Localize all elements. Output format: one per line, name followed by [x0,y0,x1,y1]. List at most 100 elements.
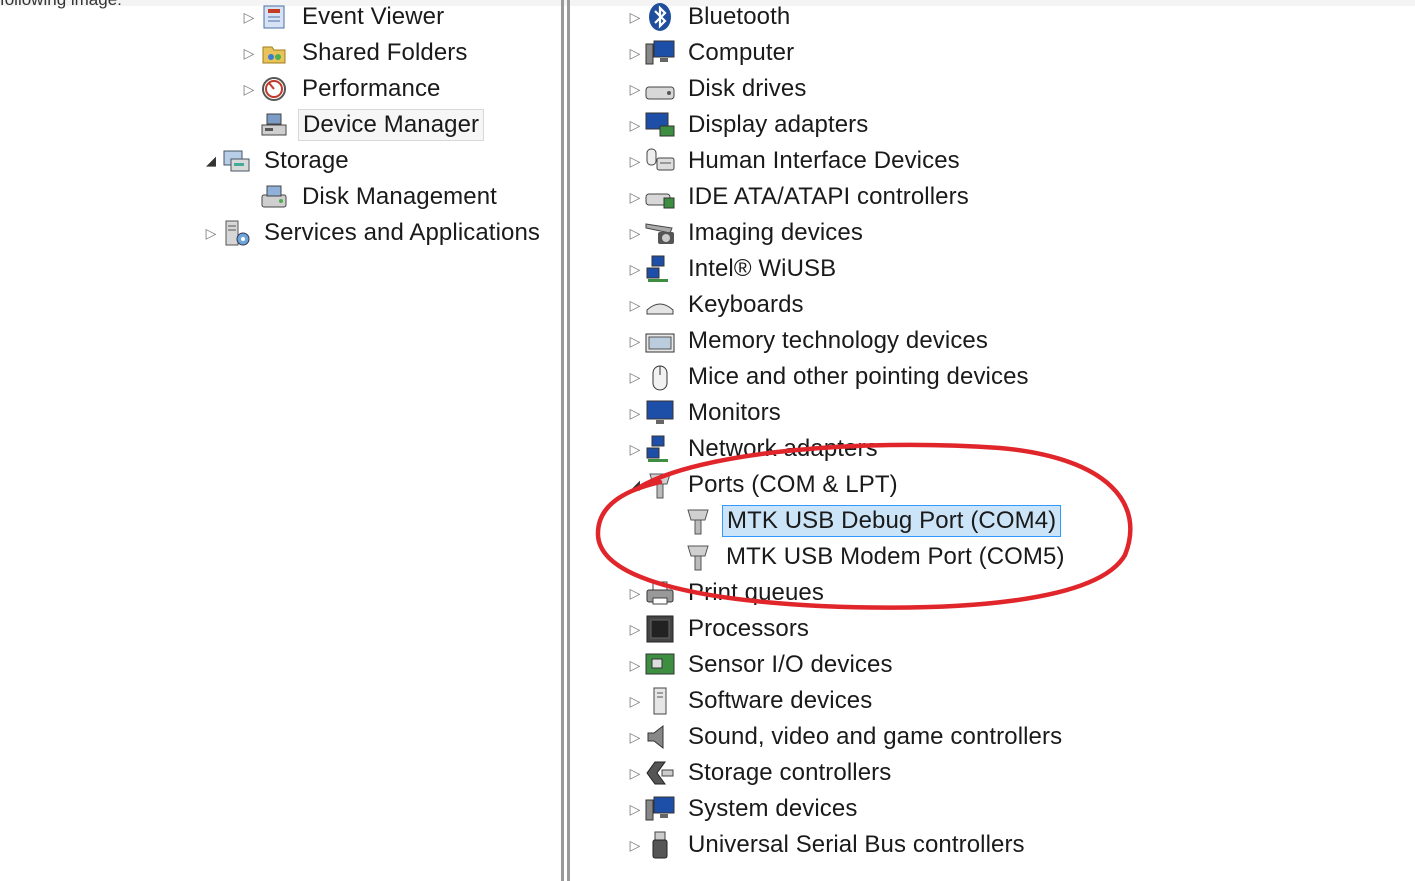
category-label: Ports (COM & LPT) [688,471,898,498]
expand-arrow[interactable]: ▷ [202,216,220,250]
network-icon [644,253,676,285]
display-adapter-icon [644,109,676,141]
expand-arrow[interactable]: ▷ [626,612,644,646]
software-device-icon [644,685,676,717]
network-icon [644,433,676,465]
expand-arrow[interactable]: ▷ [626,828,644,862]
computer-icon [644,37,676,69]
expand-arrow[interactable]: ▷ [626,396,644,430]
tree-item-device-manager[interactable]: Device Manager [240,108,485,142]
category-label: Storage controllers [688,759,892,786]
category-label: System devices [688,795,858,822]
category-label: Human Interface Devices [688,147,960,174]
expand-arrow[interactable]: ▷ [626,684,644,718]
disk-drive-icon [644,73,676,105]
expand-arrow[interactable]: ▷ [240,0,258,34]
expand-arrow[interactable]: ▷ [626,720,644,754]
device-tree: ▷ Bluetooth ▷ Computer ▷ Disk drives ▷ D… [574,0,1415,881]
ide-controller-icon [644,181,676,213]
category-intel-wiusb[interactable]: ▷ Intel® WiUSB [626,252,840,286]
category-bluetooth[interactable]: ▷ Bluetooth [626,0,794,34]
sound-icon [644,721,676,753]
collapse-arrow[interactable]: ◢ [626,468,644,502]
expand-arrow[interactable]: ▷ [626,216,644,250]
category-ports[interactable]: ◢ Ports (COM & LPT) [626,468,902,502]
expand-arrow[interactable]: ▷ [626,180,644,214]
sensor-icon [644,649,676,681]
expand-arrow[interactable]: ▷ [240,36,258,70]
tree-item-performance[interactable]: ▷ Performance [240,72,445,106]
storage-icon [220,145,252,177]
category-label: Bluetooth [688,3,791,30]
category-display-adapters[interactable]: ▷ Display adapters [626,108,872,142]
category-label: Universal Serial Bus controllers [688,831,1025,858]
category-label: Processors [688,615,810,642]
system-devices-icon [644,793,676,825]
expand-arrow[interactable]: ▷ [626,36,644,70]
tree-item-label: Shared Folders [302,39,468,66]
services-icon [220,217,252,249]
tree-item-label: Disk Management [302,183,497,210]
tree-item-services-and-applications[interactable]: ▷ Services and Applications [202,216,544,250]
category-network-adapters[interactable]: ▷ Network adapters [626,432,882,466]
collapse-arrow[interactable]: ◢ [202,144,220,178]
expand-arrow[interactable]: ▷ [626,252,644,286]
expand-arrow[interactable]: ▷ [626,648,644,682]
keyboard-icon [644,289,676,321]
device-label: MTK USB Debug Port (COM4) [722,505,1062,537]
hid-icon [644,145,676,177]
tree-item-label: Storage [264,147,349,174]
mouse-icon [644,361,676,393]
category-computer[interactable]: ▷ Computer [626,36,798,70]
category-label: Memory technology devices [688,327,988,354]
category-print-queues[interactable]: ▷ Print queues [626,576,828,610]
expand-arrow[interactable]: ▷ [626,288,644,322]
category-usb-controllers[interactable]: ▷ Universal Serial Bus controllers [626,828,1029,862]
category-storage-controllers[interactable]: ▷ Storage controllers [626,756,895,790]
expand-arrow [664,504,682,538]
expand-arrow [240,108,258,142]
device-mtk-usb-debug-port[interactable]: MTK USB Debug Port (COM4) [664,504,1062,538]
tree-item-shared-folders[interactable]: ▷ Shared Folders [240,36,472,70]
category-sensor-io-devices[interactable]: ▷ Sensor I/O devices [626,648,897,682]
category-human-interface-devices[interactable]: ▷ Human Interface Devices [626,144,964,178]
category-system-devices[interactable]: ▷ System devices [626,792,861,826]
expand-arrow[interactable]: ▷ [626,756,644,790]
tree-item-disk-management[interactable]: Disk Management [240,180,501,214]
port-icon [682,541,714,573]
port-icon [682,505,714,537]
category-label: IDE ATA/ATAPI controllers [688,183,969,210]
category-memory-technology-devices[interactable]: ▷ Memory technology devices [626,324,992,358]
tree-item-event-viewer[interactable]: ▷ Event Viewer [240,0,448,34]
category-disk-drives[interactable]: ▷ Disk drives [626,72,810,106]
pane-splitter[interactable] [560,0,572,881]
tree-item-label: Performance [302,75,441,102]
expand-arrow[interactable]: ▷ [626,72,644,106]
expand-arrow[interactable]: ▷ [626,432,644,466]
expand-arrow[interactable]: ▷ [240,72,258,106]
expand-arrow[interactable]: ▷ [626,0,644,34]
category-sound-video-game-controllers[interactable]: ▷ Sound, video and game controllers [626,720,1066,754]
expand-arrow[interactable]: ▷ [626,108,644,142]
category-monitors[interactable]: ▷ Monitors [626,396,785,430]
tree-item-label: Device Manager [298,109,485,141]
category-keyboards[interactable]: ▷ Keyboards [626,288,808,322]
category-label: Mice and other pointing devices [688,363,1029,390]
expand-arrow[interactable]: ▷ [626,792,644,826]
tree-item-storage[interactable]: ◢ Storage [202,144,353,178]
expand-arrow[interactable]: ▷ [626,360,644,394]
expand-arrow[interactable]: ▷ [626,324,644,358]
expand-arrow[interactable]: ▷ [626,144,644,178]
category-ide-controllers[interactable]: ▷ IDE ATA/ATAPI controllers [626,180,973,214]
expand-arrow[interactable]: ▷ [626,576,644,610]
category-mice[interactable]: ▷ Mice and other pointing devices [626,360,1033,394]
device-mtk-usb-modem-port[interactable]: MTK USB Modem Port (COM5) [664,540,1069,574]
category-processors[interactable]: ▷ Processors [626,612,813,646]
disk-management-icon [258,181,290,213]
category-software-devices[interactable]: ▷ Software devices [626,684,876,718]
category-label: Network adapters [688,435,878,462]
bluetooth-icon [644,1,676,33]
category-label: Imaging devices [688,219,863,246]
port-icon [644,469,676,501]
category-imaging-devices[interactable]: ▷ Imaging devices [626,216,867,250]
